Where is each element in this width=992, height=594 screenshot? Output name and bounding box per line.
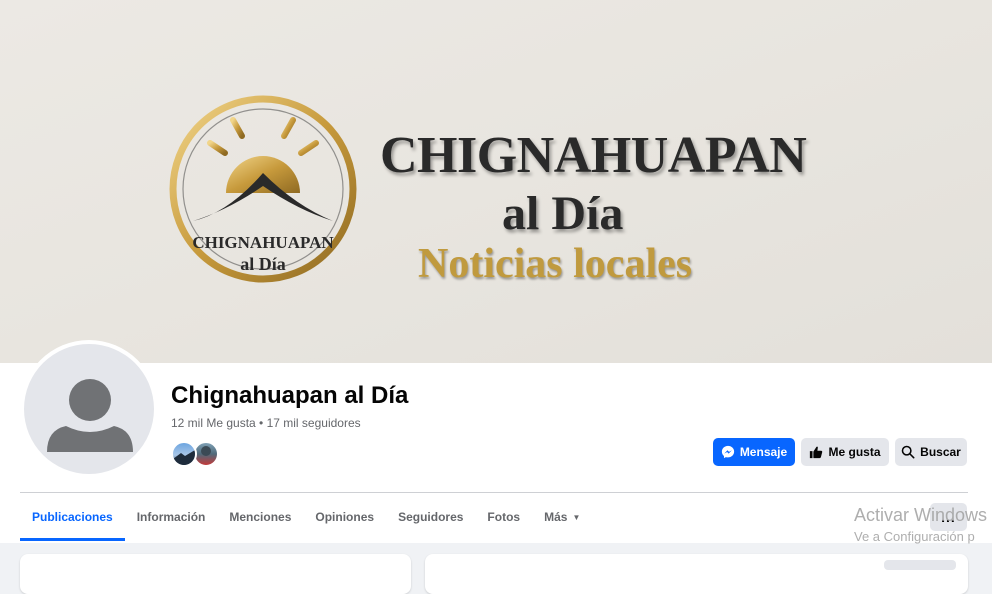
tab-label: Publicaciones (32, 510, 113, 524)
follower-avatar[interactable] (171, 441, 197, 467)
cover-tagline: Noticias locales (418, 241, 693, 287)
message-button-label: Mensaje (739, 445, 788, 459)
tab-mas[interactable]: Más ▼ (532, 493, 592, 541)
tab-label: Información (136, 510, 206, 524)
content-card-right (425, 554, 968, 594)
tab-seguidores[interactable]: Seguidores (386, 493, 475, 541)
search-button-label: Buscar (920, 445, 961, 459)
content-card-left (20, 554, 411, 594)
card-header-placeholder (884, 560, 956, 570)
thumbs-up-icon (810, 446, 823, 459)
follower-avatars[interactable] (171, 441, 221, 467)
tab-informacion[interactable]: Información (125, 493, 218, 541)
gold-sun-mountain-logo: CHIGNAHUAPAN al Día (169, 95, 357, 283)
like-button-label: Me gusta (828, 445, 881, 459)
tab-menciones[interactable]: Menciones (217, 493, 303, 541)
tab-label: Opiniones (315, 510, 375, 524)
logo-text-line1: CHIGNAHUAPAN (192, 233, 334, 252)
cover-subtitle: al Día (502, 187, 624, 240)
page-stats[interactable]: 12 mil Me gusta • 17 mil seguidores (171, 416, 361, 430)
profile-tabs: Publicaciones Información Menciones Opin… (20, 493, 592, 541)
message-button[interactable]: Mensaje (713, 438, 795, 466)
avatar[interactable] (20, 340, 158, 478)
tab-label: Fotos (487, 510, 521, 524)
search-icon (901, 445, 915, 459)
page-title: Chignahuapan al Día (171, 382, 409, 409)
cover-photo[interactable]: CHIGNAHUAPAN al Día CHIGNAHUAPAN al Día … (0, 0, 992, 363)
cover-title: CHIGNAHUAPAN (380, 127, 807, 184)
tab-label: Más (544, 510, 568, 524)
more-options-button[interactable]: ... (930, 503, 967, 531)
search-button[interactable]: Buscar (895, 438, 967, 466)
tab-publicaciones[interactable]: Publicaciones (20, 493, 125, 541)
caret-down-icon: ▼ (572, 512, 581, 522)
messenger-icon (721, 445, 734, 459)
tab-fotos[interactable]: Fotos (475, 493, 532, 541)
default-avatar-icon (47, 379, 133, 452)
tab-opiniones[interactable]: Opiniones (303, 493, 386, 541)
logo-text-line2: al Día (240, 254, 286, 274)
tab-label: Menciones (229, 510, 292, 524)
like-button[interactable]: Me gusta (801, 438, 889, 466)
tab-label: Seguidores (398, 510, 464, 524)
